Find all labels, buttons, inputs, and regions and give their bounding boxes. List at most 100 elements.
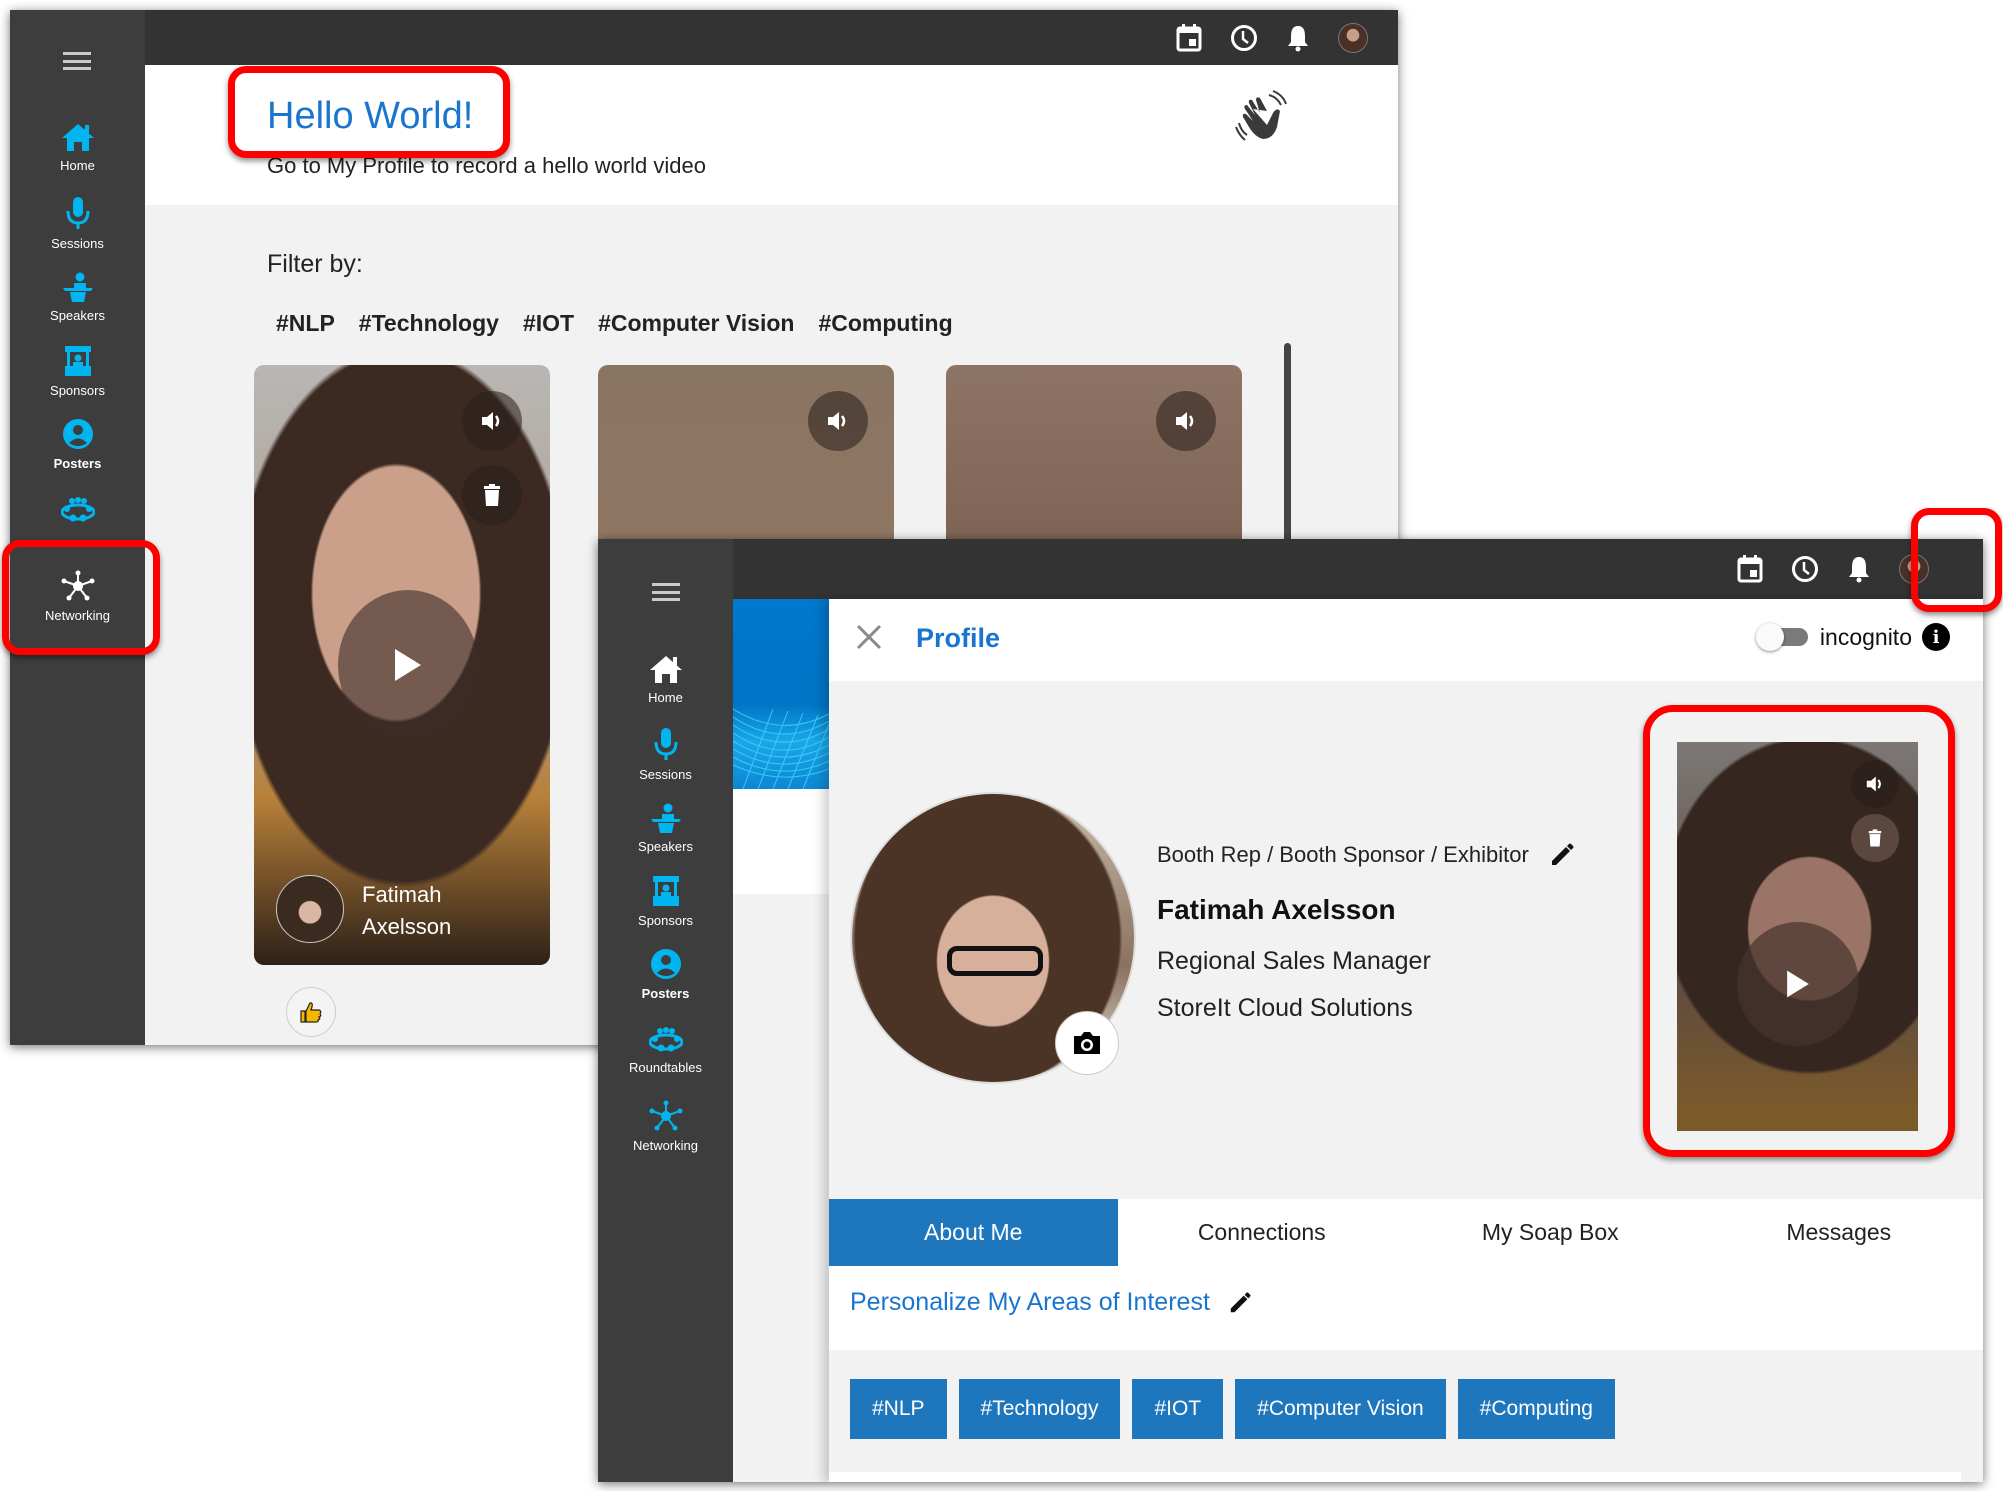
incognito-label: incognito xyxy=(1819,623,1912,650)
home-icon xyxy=(61,124,94,151)
play-button[interactable] xyxy=(338,590,478,740)
network-icon xyxy=(649,1100,682,1131)
video-card[interactable]: Fatimah Axelsson xyxy=(254,365,550,965)
volume-button[interactable] xyxy=(808,391,868,451)
hello-world-subtitle: Go to My Profile to record a hello world… xyxy=(267,153,706,178)
sidebar-item-roundtables[interactable]: Roundtables xyxy=(598,1026,733,1075)
sidebar-item-posters[interactable]: Posters xyxy=(10,418,145,471)
filter-label: Filter by: xyxy=(267,250,363,278)
volume-icon xyxy=(1866,776,1881,792)
sidebar-item-home[interactable]: Home xyxy=(10,122,145,173)
content-strip xyxy=(829,1472,1961,1482)
like-button[interactable] xyxy=(286,987,336,1037)
banner-background xyxy=(732,599,830,790)
sidebar-item-sessions[interactable]: Sessions xyxy=(10,196,145,251)
sidebar-item-posters[interactable]: Posters xyxy=(598,948,733,1001)
interests-title: Personalize My Areas of Interest xyxy=(850,1288,1210,1316)
close-icon[interactable] xyxy=(855,623,883,651)
interest-tag[interactable]: #NLP xyxy=(850,1379,947,1439)
filter-tag[interactable]: #NLP xyxy=(276,310,335,337)
banner-strip xyxy=(733,789,829,894)
user-avatar[interactable] xyxy=(1338,22,1368,53)
clock-icon[interactable] xyxy=(1791,555,1819,583)
interest-tag[interactable]: #Computer Vision xyxy=(1235,1379,1446,1439)
sidebar-item-sponsors[interactable]: Sponsors xyxy=(598,875,733,928)
profile-tabs: About Me Connections My Soap Box Message… xyxy=(829,1199,1983,1266)
user-circle-icon xyxy=(62,419,93,449)
change-photo-button[interactable] xyxy=(1055,1011,1119,1075)
podium-icon xyxy=(62,272,93,302)
topbar xyxy=(733,539,1983,599)
interest-tag[interactable]: #IOT xyxy=(1132,1379,1224,1439)
front-window: Home Sessions Speakers Sponsors Posters … xyxy=(598,539,1983,1482)
hello-world-video[interactable] xyxy=(1677,742,1918,1131)
sidebar-item-networking[interactable]: Networking xyxy=(10,570,145,623)
sidebar-item-speakers[interactable]: Speakers xyxy=(598,803,733,854)
filter-tag[interactable]: #IOT xyxy=(523,310,574,337)
booth-icon xyxy=(652,876,679,906)
sidebar-item-roundtables[interactable] xyxy=(10,496,145,530)
profile-company: StoreIt Cloud Solutions xyxy=(1157,994,1413,1022)
sidebar-item-speakers[interactable]: Speakers xyxy=(10,272,145,323)
group-icon xyxy=(648,1027,683,1052)
sidebar-item-sponsors[interactable]: Sponsors xyxy=(10,345,145,398)
volume-button[interactable] xyxy=(1851,760,1899,808)
presenter-avatar xyxy=(276,875,344,943)
play-icon xyxy=(395,649,421,681)
info-icon[interactable]: i xyxy=(1922,623,1950,651)
volume-icon xyxy=(1176,412,1194,430)
calendar-icon[interactable] xyxy=(1737,555,1763,583)
edit-icon[interactable] xyxy=(1549,842,1575,868)
group-icon xyxy=(60,497,95,522)
incognito-toggle[interactable] xyxy=(1755,623,1810,651)
edit-icon[interactable] xyxy=(1228,1291,1252,1315)
hello-world-banner: Hello World! Go to My Profile to record … xyxy=(145,65,1398,205)
camera-icon xyxy=(1074,1032,1100,1054)
profile-job-title: Regional Sales Manager xyxy=(1157,947,1431,975)
wave-lines-decoration xyxy=(732,708,830,790)
calendar-icon[interactable] xyxy=(1176,23,1202,52)
hello-world-title[interactable]: Hello World! xyxy=(267,95,473,138)
volume-icon xyxy=(482,412,500,430)
volume-button[interactable] xyxy=(1156,391,1216,451)
network-icon xyxy=(61,570,94,601)
sidebar-item-networking[interactable]: Networking xyxy=(598,1100,733,1153)
volume-icon xyxy=(828,412,846,430)
filter-tag[interactable]: #Computer Vision xyxy=(598,310,794,337)
topbar xyxy=(145,10,1398,65)
profile-name: Fatimah Axelsson xyxy=(1157,894,1396,925)
glasses-decoration xyxy=(947,946,1043,976)
sidebar: Home Sessions Speakers Sponsors Posters … xyxy=(598,539,733,1482)
interest-tag[interactable]: #Technology xyxy=(958,1379,1121,1439)
volume-button[interactable] xyxy=(462,391,522,451)
bell-icon[interactable] xyxy=(1847,555,1871,583)
microphone-icon xyxy=(654,728,677,760)
tab-messages[interactable]: Messages xyxy=(1695,1199,1984,1266)
thumbs-up-icon xyxy=(300,1002,322,1023)
delete-button[interactable] xyxy=(462,465,522,525)
interests-header: Personalize My Areas of Interest xyxy=(829,1266,1983,1350)
profile-header: Profile incognito i xyxy=(829,599,1983,681)
filter-tag[interactable]: #Technology xyxy=(359,310,499,337)
hamburger-icon[interactable] xyxy=(652,583,680,601)
profile-title: Profile xyxy=(916,623,1001,653)
home-icon xyxy=(649,656,682,683)
filter-tags: #NLP #Technology #IOT #Computer Vision #… xyxy=(276,310,953,337)
sidebar-item-home[interactable]: Home xyxy=(598,654,733,705)
profile-panel: Profile incognito i Booth Rep / Booth Sp… xyxy=(829,599,1983,1482)
user-avatar[interactable] xyxy=(1899,554,1929,584)
filter-tag[interactable]: #Computing xyxy=(818,310,952,337)
trash-icon xyxy=(1868,829,1882,847)
sidebar-item-sessions[interactable]: Sessions xyxy=(598,727,733,782)
hamburger-icon[interactable] xyxy=(63,52,91,70)
microphone-icon xyxy=(66,197,89,229)
delete-button[interactable] xyxy=(1851,814,1899,862)
tab-my-soap-box[interactable]: My Soap Box xyxy=(1406,1199,1695,1266)
clock-icon[interactable] xyxy=(1230,24,1258,52)
presenter-name: Fatimah Axelsson xyxy=(362,882,452,939)
play-button[interactable] xyxy=(1737,922,1859,1046)
bell-icon[interactable] xyxy=(1286,24,1310,52)
tab-connections[interactable]: Connections xyxy=(1118,1199,1407,1266)
interest-tag[interactable]: #Computing xyxy=(1457,1379,1615,1439)
tab-about-me[interactable]: About Me xyxy=(829,1199,1118,1266)
